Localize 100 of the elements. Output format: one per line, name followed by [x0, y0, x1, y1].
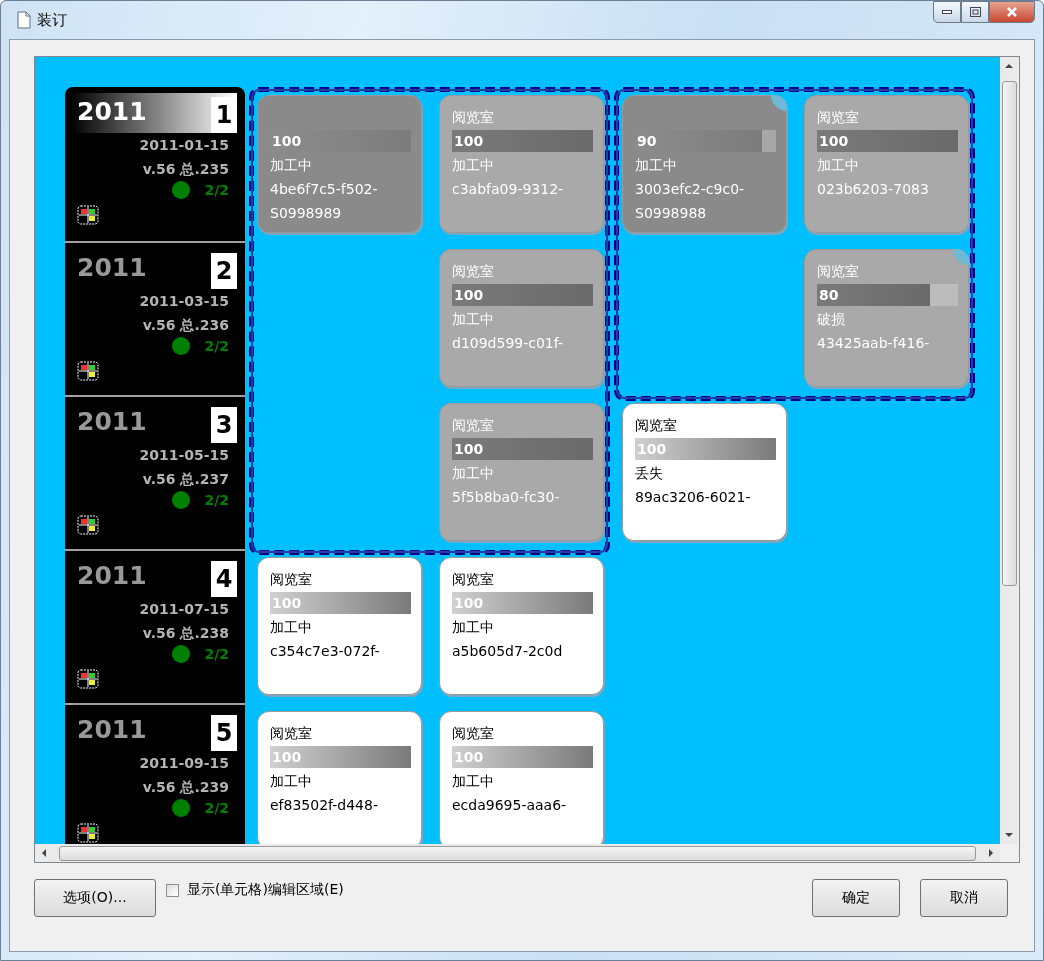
status-label: 加工中 — [452, 618, 495, 637]
item-card[interactable]: 阅览室 80 破损 43425aab-f416- — [804, 249, 969, 387]
item-card[interactable]: 阅览室 100 加工中 c354c7e3-072f- — [257, 557, 422, 695]
progress-reading: 100 — [453, 441, 484, 457]
status-label: 加工中 — [452, 772, 495, 791]
grid-icon[interactable] — [77, 515, 99, 535]
issue-number: 2 — [211, 253, 237, 289]
location-label: 阅览室 — [635, 416, 678, 435]
issue-year: 2011 — [77, 253, 147, 282]
horizontal-scrollbar[interactable] — [35, 844, 1000, 862]
location-label: 阅览室 — [270, 724, 313, 743]
volume-label: v.56 总.236 — [142, 316, 229, 335]
issue-number: 1 — [211, 97, 237, 133]
issue-date: 2011-05-15 — [139, 446, 229, 465]
close-button[interactable] — [989, 1, 1035, 23]
issue-year: 2011 — [77, 715, 147, 744]
item-card[interactable]: 阅览室 100 加工中 ef83502f-d448- — [257, 711, 422, 844]
location-label: 阅览室 — [270, 570, 313, 589]
issue-card[interactable]: 2011 3 2011-05-15 v.56 总.237 2/2 — [65, 395, 245, 549]
grid-icon[interactable] — [77, 669, 99, 689]
vertical-scrollbar[interactable] — [1000, 57, 1018, 844]
progress-reading: 100 — [453, 287, 484, 303]
status-label: 加工中 — [452, 310, 495, 329]
issue-date: 2011-01-15 — [139, 136, 229, 155]
grid-icon[interactable] — [77, 823, 99, 843]
barcode-label: S0998988 — [635, 204, 708, 223]
options-button[interactable]: 选项(O)... — [34, 879, 156, 917]
location-label: 阅览室 — [452, 108, 495, 127]
issue-number: 4 — [211, 561, 237, 597]
issue-card[interactable]: 2011 4 2011-07-15 v.56 总.238 2/2 — [65, 549, 245, 703]
item-card[interactable]: 阅览室 100 加工中 023b6203-7083 — [804, 95, 969, 233]
item-card[interactable]: 阅览室 100 加工中 5f5b8ba0-fc30- — [439, 403, 604, 541]
progress-reading: 90 — [636, 133, 657, 149]
location-label: 阅览室 — [452, 724, 495, 743]
minimize-button[interactable] — [933, 1, 961, 23]
copy-count: 2/2 — [204, 492, 229, 508]
up-arrow-icon[interactable] — [1004, 61, 1014, 71]
scroll-thumb[interactable] — [59, 845, 976, 861]
copy-count: 2/2 — [204, 800, 229, 816]
right-arrow-icon[interactable] — [986, 848, 996, 858]
issue-card[interactable]: 2011 2 2011-03-15 v.56 总.236 2/2 — [65, 241, 245, 395]
maximize-button[interactable] — [961, 1, 989, 23]
item-card[interactable]: 阅览室 100 丢失 89ac3206-6021- — [622, 403, 787, 541]
progress-reading: 80 — [818, 287, 839, 303]
dialog-button[interactable]: 确定 — [812, 879, 900, 917]
progress-reading: 100 — [453, 133, 484, 149]
status-label: 加工中 — [452, 464, 495, 483]
item-id: 89ac3206-6021- — [635, 488, 752, 507]
issue-year: 2011 — [77, 561, 147, 590]
item-card[interactable]: 阅览室 100 加工中 c3abfa09-9312- — [439, 95, 604, 233]
item-id: c3abfa09-9312- — [452, 180, 565, 199]
checkbox-label: 显示(单元格)编辑区域(E) — [187, 881, 344, 899]
copy-count: 2/2 — [204, 182, 229, 198]
scroll-thumb[interactable] — [1001, 81, 1017, 586]
grid-icon[interactable] — [77, 361, 99, 381]
location-label: 阅览室 — [452, 416, 495, 435]
barcode-label: S0998989 — [270, 204, 343, 223]
item-id: ecda9695-aaa6- — [452, 796, 568, 815]
item-id: 4be6f7c5-f502- — [270, 180, 379, 199]
issue-number: 3 — [211, 407, 237, 443]
progress-reading: 100 — [636, 441, 667, 457]
checkbox[interactable] — [166, 883, 179, 897]
status-label: 加工中 — [270, 618, 313, 637]
window-title: 装订 — [37, 10, 68, 30]
item-id: 023b6203-7083 — [817, 180, 930, 199]
issue-card[interactable]: 2011 1 2011-01-15 v.56 总.235 2/2 — [65, 87, 245, 241]
item-id: d109d599-c01f- — [452, 334, 564, 353]
issue-date: 2011-03-15 — [139, 292, 229, 311]
down-arrow-icon[interactable] — [1004, 830, 1014, 840]
grid-icon[interactable] — [77, 205, 99, 225]
minimize-icon — [942, 10, 952, 14]
item-id: c354c7e3-072f- — [270, 642, 381, 661]
item-id: 43425aab-f416- — [817, 334, 931, 353]
progress-reading: 100 — [271, 749, 302, 765]
progress-reading: 100 — [271, 133, 302, 149]
status-label: 加工中 — [817, 156, 860, 175]
issue-date: 2011-09-15 — [139, 754, 229, 773]
dialog-button[interactable]: 取消 — [920, 879, 1008, 917]
maximize-icon — [969, 7, 981, 17]
issue-year: 2011 — [77, 97, 147, 126]
volume-label: v.56 总.237 — [142, 470, 229, 489]
issue-year: 2011 — [77, 407, 147, 436]
status-label: 加工中 — [635, 156, 678, 175]
progress-reading: 100 — [271, 595, 302, 611]
location-label: 阅览室 — [817, 262, 860, 281]
item-id: 5f5b8ba0-fc30- — [452, 488, 561, 507]
issue-card[interactable]: 2011 5 2011-09-15 v.56 总.239 2/2 — [65, 703, 245, 844]
status-label: 丢失 — [635, 464, 664, 483]
close-icon — [1006, 7, 1018, 17]
issue-date: 2011-07-15 — [139, 600, 229, 619]
status-label: 加工中 — [270, 772, 313, 791]
item-card[interactable]: 阅览室 100 加工中 d109d599-c01f- — [439, 249, 604, 387]
document-icon — [17, 11, 31, 29]
item-card[interactable]: 阅览室 100 加工中 a5b605d7-2c0d — [439, 557, 604, 695]
location-label: 阅览室 — [452, 262, 495, 281]
item-id: ef83502f-d448- — [270, 796, 379, 815]
item-card[interactable]: 阅览室 100 加工中 ecda9695-aaa6- — [439, 711, 604, 844]
copy-count: 2/2 — [204, 646, 229, 662]
volume-label: v.56 总.239 — [142, 778, 229, 797]
status-label: 加工中 — [270, 156, 313, 175]
